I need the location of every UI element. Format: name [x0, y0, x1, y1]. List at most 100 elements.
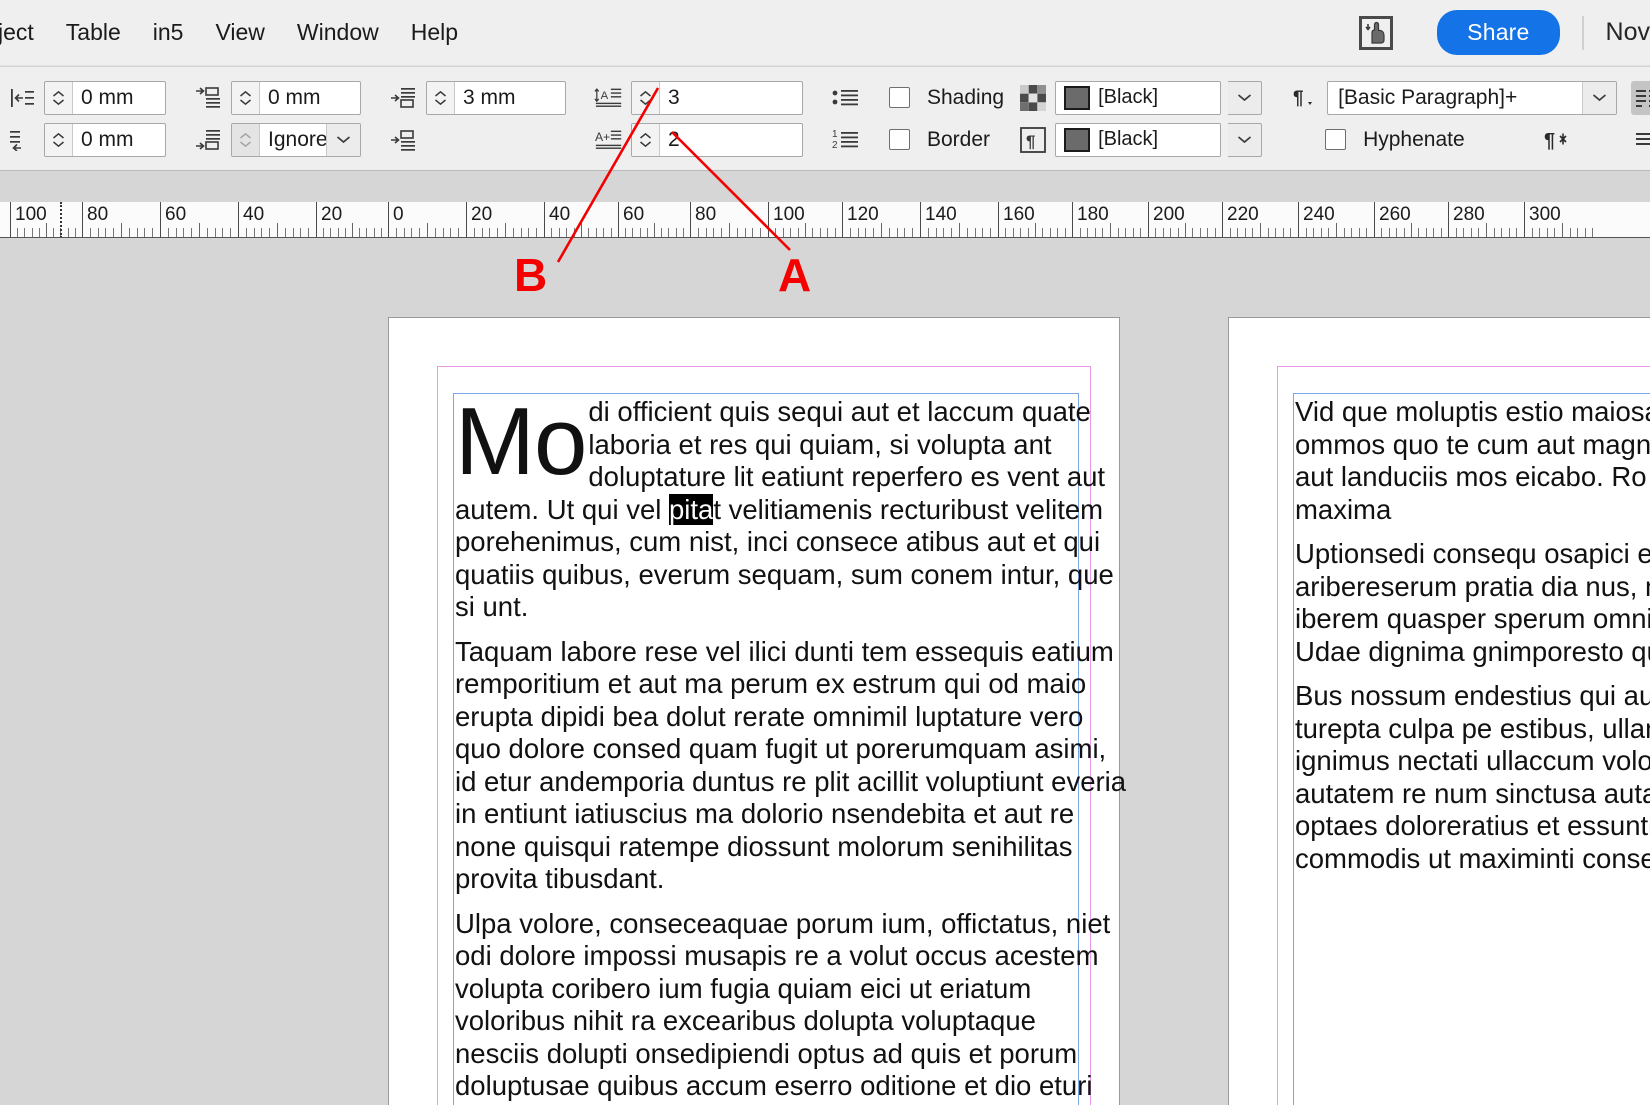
right-indent-value[interactable]: 0 mm	[260, 82, 329, 114]
space-before-value[interactable]: 3 mm	[455, 82, 524, 114]
page-left-paragraph-1[interactable]: Mo di officient quis sequi aut et laccum …	[455, 394, 1127, 624]
paragraph-style-icon[interactable]: ¶	[1290, 83, 1320, 113]
chevron-down-icon[interactable]	[52, 98, 65, 106]
last-line-indent-spinner[interactable]	[232, 123, 260, 156]
chevron-down-icon[interactable]	[239, 140, 252, 148]
menu-item-view[interactable]: View	[199, 13, 280, 52]
shading-row[interactable]: Shading	[889, 81, 1004, 115]
chevron-down-icon[interactable]	[434, 98, 447, 106]
share-button[interactable]: Share	[1437, 10, 1560, 55]
ruler-subtick	[168, 228, 169, 237]
drop-cap-chars-value[interactable]: 2	[660, 124, 688, 156]
page-left[interactable]: Mo di officient quis sequi aut et laccum …	[389, 318, 1126, 1105]
chevron-up-icon[interactable]	[239, 90, 252, 98]
page-right-paragraph-1[interactable]: Vid que moluptis estio maiosani vendusci…	[1295, 396, 1650, 526]
ruler-subtick	[668, 228, 669, 237]
shading-color-dropdown[interactable]	[1228, 80, 1263, 115]
swatch-grid-icon[interactable]	[1018, 83, 1048, 113]
shading-color-field[interactable]: [Black]	[1055, 80, 1222, 115]
page-left-story[interactable]: Mo di officient quis sequi aut et laccum …	[455, 394, 1127, 1105]
right-indent-field[interactable]: 0 mm	[231, 80, 361, 115]
drop-cap-chars-field[interactable]: 2	[631, 122, 803, 157]
left-indent-spinner[interactable]	[45, 81, 73, 114]
page-left-paragraph-2[interactable]: Taquam labore rese vel ilici dunti tem e…	[455, 636, 1127, 896]
align-justify-all-icon[interactable]	[1631, 123, 1650, 157]
horizontal-ruler[interactable]: 100 80 60 40 20 0 20 40 60 80 100 120 140 160 180 200 22…	[0, 202, 1650, 238]
menu-item-in5[interactable]: in5	[137, 13, 200, 52]
drop-cap-lines-field[interactable]: 3	[631, 80, 803, 115]
paragraph-border-icon[interactable]: ¶	[1018, 125, 1048, 155]
left-indent-value[interactable]: 0 mm	[73, 82, 142, 114]
ruler-subtick	[596, 228, 597, 237]
menu-item-help[interactable]: Help	[395, 13, 474, 52]
present-hand-icon[interactable]	[1359, 15, 1394, 50]
chevron-down-icon[interactable]	[639, 140, 652, 148]
ruler-subtick	[75, 228, 76, 237]
menu-item-table[interactable]: Table	[50, 13, 137, 52]
paragraph-style-value[interactable]: [Basic Paragraph]+	[1328, 82, 1582, 114]
menu-item-window[interactable]: Window	[281, 13, 395, 52]
text-selection[interactable]: pita	[668, 493, 714, 525]
account-label[interactable]: Nov	[1606, 18, 1650, 47]
chevron-up-icon[interactable]	[52, 90, 65, 98]
ruler-subtick	[215, 228, 216, 237]
bulleted-list-icon[interactable]	[831, 83, 861, 113]
ruler-origin-marker[interactable]	[60, 202, 62, 237]
paragraph-style-dropdown[interactable]	[1582, 81, 1617, 114]
page-left-paragraph-3[interactable]: Ulpa volore, conseceaquae porum ium, off…	[455, 908, 1127, 1105]
ruler-subtick	[183, 228, 184, 237]
border-color-dropdown[interactable]	[1228, 122, 1263, 157]
paragraph-style-field[interactable]: [Basic Paragraph]+	[1327, 80, 1618, 115]
border-row[interactable]: Border	[889, 123, 1004, 157]
page-right-paragraph-3[interactable]: Bus nossum endestius qui aut re lacesti …	[1295, 680, 1650, 875]
right-indent-spinner[interactable]	[232, 81, 260, 114]
page-right[interactable]: Vid que moluptis estio maiosani vendusci…	[1229, 318, 1650, 1105]
chevron-up-icon[interactable]	[434, 90, 447, 98]
chevron-up-icon[interactable]	[639, 90, 652, 98]
chevron-down-icon[interactable]	[239, 98, 252, 106]
page-right-story[interactable]: Vid que moluptis estio maiosani vendusci…	[1295, 396, 1650, 887]
space-before-row: 3 mm	[389, 80, 566, 115]
align-justify-left-icon[interactable]	[1631, 80, 1650, 115]
paragraph-composer-icon[interactable]: ¶	[1542, 125, 1572, 155]
right-indent-row: 0 mm	[194, 80, 361, 115]
ruler-subtick	[1087, 228, 1088, 237]
first-line-indent-field[interactable]: 0 mm	[44, 122, 166, 157]
ruler-subtick	[912, 228, 913, 237]
chevron-down-icon[interactable]	[639, 98, 652, 106]
border-checkbox[interactable]	[889, 129, 910, 150]
left-indent-field[interactable]: 0 mm	[44, 80, 166, 115]
first-line-indent-value[interactable]: 0 mm	[73, 124, 142, 156]
border-color-field[interactable]: [Black]	[1055, 122, 1222, 157]
last-line-indent-field[interactable]: Ignore	[231, 122, 361, 157]
chevron-up-icon[interactable]	[639, 132, 652, 140]
annotation-label-b: B	[514, 249, 548, 301]
right-indent-icon	[194, 83, 224, 113]
ruler-subtick	[113, 228, 114, 237]
chevron-up-icon[interactable]	[239, 132, 252, 140]
page-right-paragraph-2[interactable]: Uptionsedi consequ osapici end delessed …	[1295, 538, 1650, 668]
drop-cap-chars-spinner[interactable]	[632, 123, 660, 156]
drop-cap-lines-spinner[interactable]	[632, 81, 660, 114]
last-line-indent-value[interactable]: Ignore	[260, 124, 328, 156]
drop-cap-group: A 3 A+ 2	[587, 67, 810, 170]
shading-checkbox[interactable]	[889, 87, 910, 108]
menu-item-project[interactable]: ject	[0, 13, 50, 52]
border-color-swatch[interactable]	[1064, 127, 1091, 152]
first-line-indent-spinner[interactable]	[45, 123, 73, 156]
document-canvas[interactable]: Mo di officient quis sequi aut et laccum …	[0, 238, 1650, 1105]
bulleted-list-row	[831, 81, 861, 115]
ruler-subtick	[129, 228, 130, 237]
space-before-field[interactable]: 3 mm	[426, 80, 566, 115]
drop-cap-lines-value[interactable]: 3	[660, 82, 688, 114]
ruler-subtick	[745, 228, 746, 237]
last-line-indent-dropdown[interactable]	[326, 123, 360, 156]
space-before-spinner[interactable]	[427, 81, 455, 114]
ruler-subtick	[775, 228, 776, 237]
numbered-list-icon[interactable]: 1 2	[831, 125, 861, 155]
chevron-down-icon[interactable]	[52, 140, 65, 148]
shading-color-swatch[interactable]	[1064, 85, 1091, 110]
chevron-up-icon[interactable]	[52, 132, 65, 140]
hyphenate-checkbox[interactable]	[1325, 129, 1347, 150]
ruler-subtick	[1344, 228, 1345, 237]
